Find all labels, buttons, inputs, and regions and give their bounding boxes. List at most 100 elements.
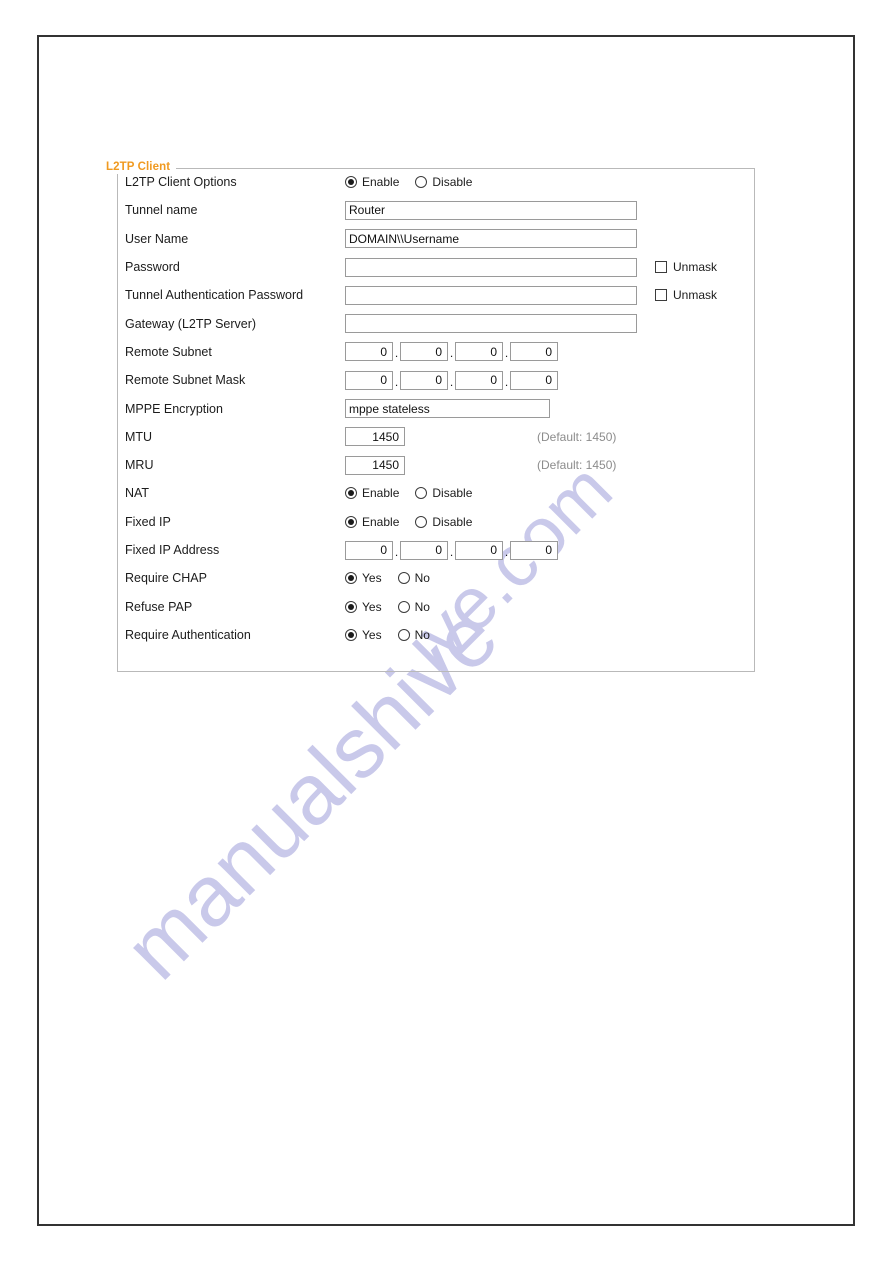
control-remote-subnet-mask: . . .	[345, 366, 558, 394]
label-tunnel-auth-password: Tunnel Authentication Password	[125, 288, 304, 303]
radio-unselected-icon	[397, 600, 410, 613]
radio-refuse-pap-yes[interactable]: Yes	[345, 600, 382, 614]
radio-require-authentication-no[interactable]: No	[397, 628, 430, 642]
panel-legend-l2tp-client: L2TP Client	[103, 160, 177, 174]
row-mppe-encryption: MPPE Encryption	[117, 394, 755, 422]
radio-refuse-pap-no[interactable]: No	[397, 599, 430, 614]
remote-subnet-octet-1[interactable]	[345, 342, 393, 362]
radio-group-fixed-ip: Enable Disable	[345, 515, 488, 529]
row-refuse-pap: Refuse PAP Yes No	[117, 592, 755, 620]
tunnel-name-input[interactable]	[345, 200, 637, 220]
tunnel-auth-password-unmask-label: Unmask	[673, 288, 718, 303]
remote-subnet-octet-4[interactable]	[510, 342, 558, 362]
l2tp-client-form: L2TP Client Options Enable Disable Tunne…	[117, 168, 755, 649]
mtu-input[interactable]	[345, 427, 405, 447]
radio-nat-disable[interactable]: Disable	[415, 486, 472, 500]
mppe-encryption-input[interactable]	[345, 399, 550, 419]
ip-dot-separator: .	[449, 374, 454, 389]
fixed-ip-address-octet-2[interactable]	[400, 540, 448, 560]
mtu-default-hint: (Default: 1450)	[537, 429, 617, 444]
control-tunnel-auth-password	[345, 281, 637, 309]
radio-selected-icon	[345, 600, 357, 613]
row-mtu: MTU (Default: 1450)	[117, 423, 755, 451]
control-l2tp-client-options: Enable Disable	[345, 168, 488, 196]
ip-dot-separator: .	[449, 346, 454, 361]
control-require-chap: Yes No	[345, 564, 446, 592]
label-fixed-ip: Fixed IP	[125, 514, 171, 529]
row-require-chap: Require CHAP Yes No	[117, 564, 755, 592]
row-fixed-ip-address: Fixed IP Address . . .	[117, 536, 755, 564]
radio-nat-enable[interactable]: Enable	[345, 486, 399, 500]
password-unmask-toggle[interactable]: Unmask	[655, 260, 717, 274]
fixed-ip-address-octet-4[interactable]	[510, 540, 558, 560]
remote-subnet-octet-3[interactable]	[455, 342, 503, 362]
label-mtu: MTU	[125, 429, 153, 444]
row-user-name: User Name	[117, 225, 755, 253]
remote-subnet-mask-octet-4[interactable]	[510, 370, 558, 390]
fixed-ip-address-octet-1[interactable]	[345, 540, 393, 560]
tunnel-auth-password-input[interactable]	[345, 285, 637, 305]
remote-subnet-octet-2[interactable]	[400, 342, 448, 362]
radio-label-disable: Disable	[432, 486, 473, 501]
radio-fixed-ip-disable[interactable]: Disable	[415, 515, 472, 529]
row-l2tp-client-options: L2TP Client Options Enable Disable	[117, 168, 755, 196]
ip-dot-separator: .	[504, 374, 509, 389]
radio-require-authentication-yes[interactable]: Yes	[345, 628, 382, 642]
radio-label-disable: Disable	[432, 175, 473, 190]
checkbox-unchecked-icon	[655, 261, 667, 274]
label-user-name: User Name	[125, 231, 189, 246]
radio-selected-icon	[345, 487, 357, 500]
radio-label-no: No	[414, 599, 430, 614]
radio-label-no: No	[414, 571, 430, 586]
radio-label-enable: Enable	[362, 486, 400, 501]
control-password	[345, 253, 637, 281]
label-gateway: Gateway (L2TP Server)	[125, 316, 257, 331]
remote-subnet-mask-octet-2[interactable]	[400, 370, 448, 390]
row-password: Password Unmask	[117, 253, 755, 281]
checkbox-unchecked-icon	[655, 289, 667, 302]
radio-require-chap-no[interactable]: No	[397, 571, 430, 586]
radio-unselected-icon	[415, 487, 428, 500]
control-tunnel-name	[345, 196, 637, 224]
control-require-authentication: Yes No	[345, 621, 446, 649]
gateway-input[interactable]	[345, 314, 637, 334]
radio-group-l2tp-client-options: Enable Disable	[345, 175, 488, 189]
remote-subnet-mask-octet-3[interactable]	[455, 370, 503, 390]
radio-l2tp-client-options-enable[interactable]: Enable	[345, 175, 399, 189]
radio-fixed-ip-enable[interactable]: Enable	[345, 515, 399, 529]
radio-label-yes: Yes	[362, 599, 382, 614]
mru-default-hint: (Default: 1450)	[537, 458, 617, 473]
label-remote-subnet-mask: Remote Subnet Mask	[125, 373, 246, 388]
radio-label-yes: Yes	[362, 571, 382, 586]
user-name-input[interactable]	[345, 229, 637, 249]
control-fixed-ip-address: . . .	[345, 536, 558, 564]
ip-dot-separator: .	[394, 346, 399, 361]
tunnel-auth-password-unmask-toggle[interactable]: Unmask	[655, 288, 717, 302]
row-mru: MRU (Default: 1450)	[117, 451, 755, 479]
password-input[interactable]	[345, 257, 637, 277]
mru-input[interactable]	[345, 455, 405, 475]
radio-label-disable: Disable	[432, 514, 473, 529]
remote-subnet-mask-octet-1[interactable]	[345, 370, 393, 390]
radio-require-chap-yes[interactable]: Yes	[345, 571, 382, 585]
ip-dot-separator: .	[504, 346, 509, 361]
row-require-authentication: Require Authentication Yes No	[117, 621, 755, 649]
control-gateway	[345, 309, 637, 337]
radio-selected-icon	[345, 515, 357, 528]
radio-label-yes: Yes	[362, 627, 382, 642]
control-mru	[345, 451, 405, 479]
control-nat: Enable Disable	[345, 479, 488, 507]
control-mtu	[345, 423, 405, 451]
radio-l2tp-client-options-disable[interactable]: Disable	[415, 175, 472, 189]
row-remote-subnet: Remote Subnet . . .	[117, 338, 755, 366]
radio-group-refuse-pap: Yes No	[345, 600, 446, 614]
label-require-chap: Require CHAP	[125, 571, 207, 586]
row-nat: NAT Enable Disable	[117, 479, 755, 507]
ip-group-fixed-ip-address: . . .	[345, 539, 558, 562]
fixed-ip-address-octet-3[interactable]	[455, 540, 503, 560]
control-user-name	[345, 225, 637, 253]
radio-group-require-chap: Yes No	[345, 571, 446, 585]
control-mppe-encryption	[345, 394, 550, 422]
ip-dot-separator: .	[449, 544, 454, 559]
control-remote-subnet: . . .	[345, 338, 558, 366]
